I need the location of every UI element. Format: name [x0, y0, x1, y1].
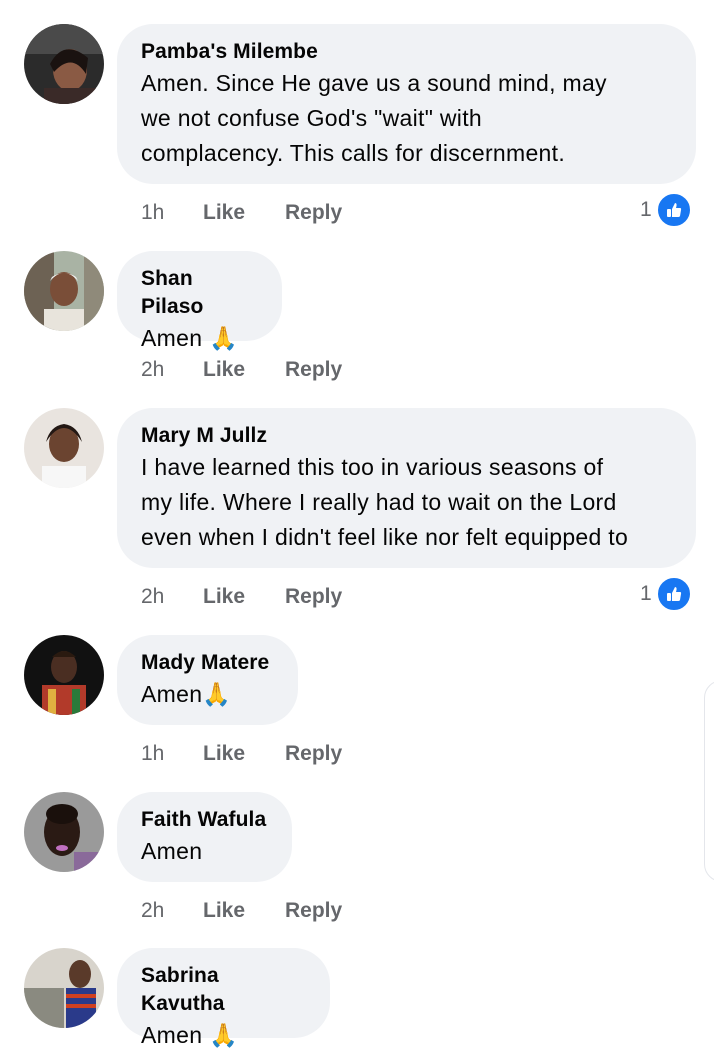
like-button[interactable]: Like	[203, 357, 285, 383]
comment-text-line: complacency. This calls for discernment.	[141, 140, 566, 166]
comment-bubble: Mary M Jullz I have learned this too in …	[117, 408, 696, 568]
timestamp[interactable]: 2h	[141, 357, 203, 383]
like-button[interactable]: Like	[203, 898, 285, 924]
timestamp[interactable]: 2h	[141, 584, 203, 610]
reply-button[interactable]: Reply	[285, 200, 342, 226]
avatar[interactable]	[24, 635, 104, 715]
side-panel-edge	[704, 680, 714, 882]
comment-bubble: Mady Matere Amen🙏	[117, 635, 298, 725]
timestamp[interactable]: 1h	[141, 200, 203, 226]
reply-button[interactable]: Reply	[285, 741, 342, 767]
comment-text-line: Amen🙏	[141, 681, 232, 707]
comment-author[interactable]: Shan Pilaso	[141, 265, 258, 321]
thumbs-up-icon	[655, 576, 692, 612]
comment-meta: 2h Like Reply	[141, 898, 342, 924]
timestamp[interactable]: 2h	[141, 898, 203, 924]
comment-text-line: I have learned this too in various seaso…	[141, 454, 604, 480]
comment-author[interactable]: Faith Wafula	[141, 806, 268, 834]
reply-button[interactable]: Reply	[285, 584, 342, 610]
comment-bubble: Sabrina Kavutha Amen 🙏	[117, 948, 330, 1048]
comment-meta: 1h Like Reply	[141, 200, 342, 226]
thumbs-up-icon	[655, 192, 692, 228]
comment-author[interactable]: Mary M Jullz	[141, 422, 672, 450]
avatar[interactable]	[24, 408, 104, 488]
comment-text-line: Amen. Since He gave us a sound mind, may	[141, 70, 607, 96]
comment-author[interactable]: Mady Matere	[141, 649, 274, 677]
comment-text-line: my life. Where I really had to wait on t…	[141, 489, 617, 515]
reaction-count: 1	[640, 198, 652, 221]
like-button[interactable]: Like	[203, 200, 285, 226]
comment-meta: 2h Like Reply	[141, 584, 342, 610]
avatar[interactable]	[24, 251, 104, 331]
comment-author[interactable]: Sabrina Kavutha	[141, 962, 306, 1018]
avatar[interactable]	[24, 24, 104, 104]
comment-text-line: we not confuse God's "wait" with	[141, 105, 482, 131]
comment-meta: 1h Like Reply	[141, 741, 342, 767]
comment-author[interactable]: Pamba's Milembe	[141, 38, 672, 66]
reply-button[interactable]: Reply	[285, 357, 342, 383]
comment-meta: 2h Like Reply	[141, 357, 342, 383]
comment-bubble: Faith Wafula Amen	[117, 792, 292, 882]
comment-bubble: Pamba's Milembe Amen. Since He gave us a…	[117, 24, 696, 184]
comment-text-line: even when I didn't feel like nor felt eq…	[141, 524, 629, 550]
reaction-count: 1	[640, 582, 652, 605]
avatar[interactable]	[24, 948, 104, 1028]
comment-text-line: Amen	[141, 838, 203, 864]
comment-text-line: Amen 🙏	[141, 1022, 238, 1048]
reaction-summary[interactable]: 1	[640, 576, 692, 612]
reply-button[interactable]: Reply	[285, 898, 342, 924]
reaction-summary[interactable]: 1	[640, 192, 692, 228]
timestamp[interactable]: 1h	[141, 741, 203, 767]
comment-text-line: Amen 🙏	[141, 325, 238, 351]
like-button[interactable]: Like	[203, 741, 285, 767]
avatar[interactable]	[24, 792, 104, 872]
comment-bubble: Shan Pilaso Amen 🙏	[117, 251, 282, 351]
like-button[interactable]: Like	[203, 584, 285, 610]
